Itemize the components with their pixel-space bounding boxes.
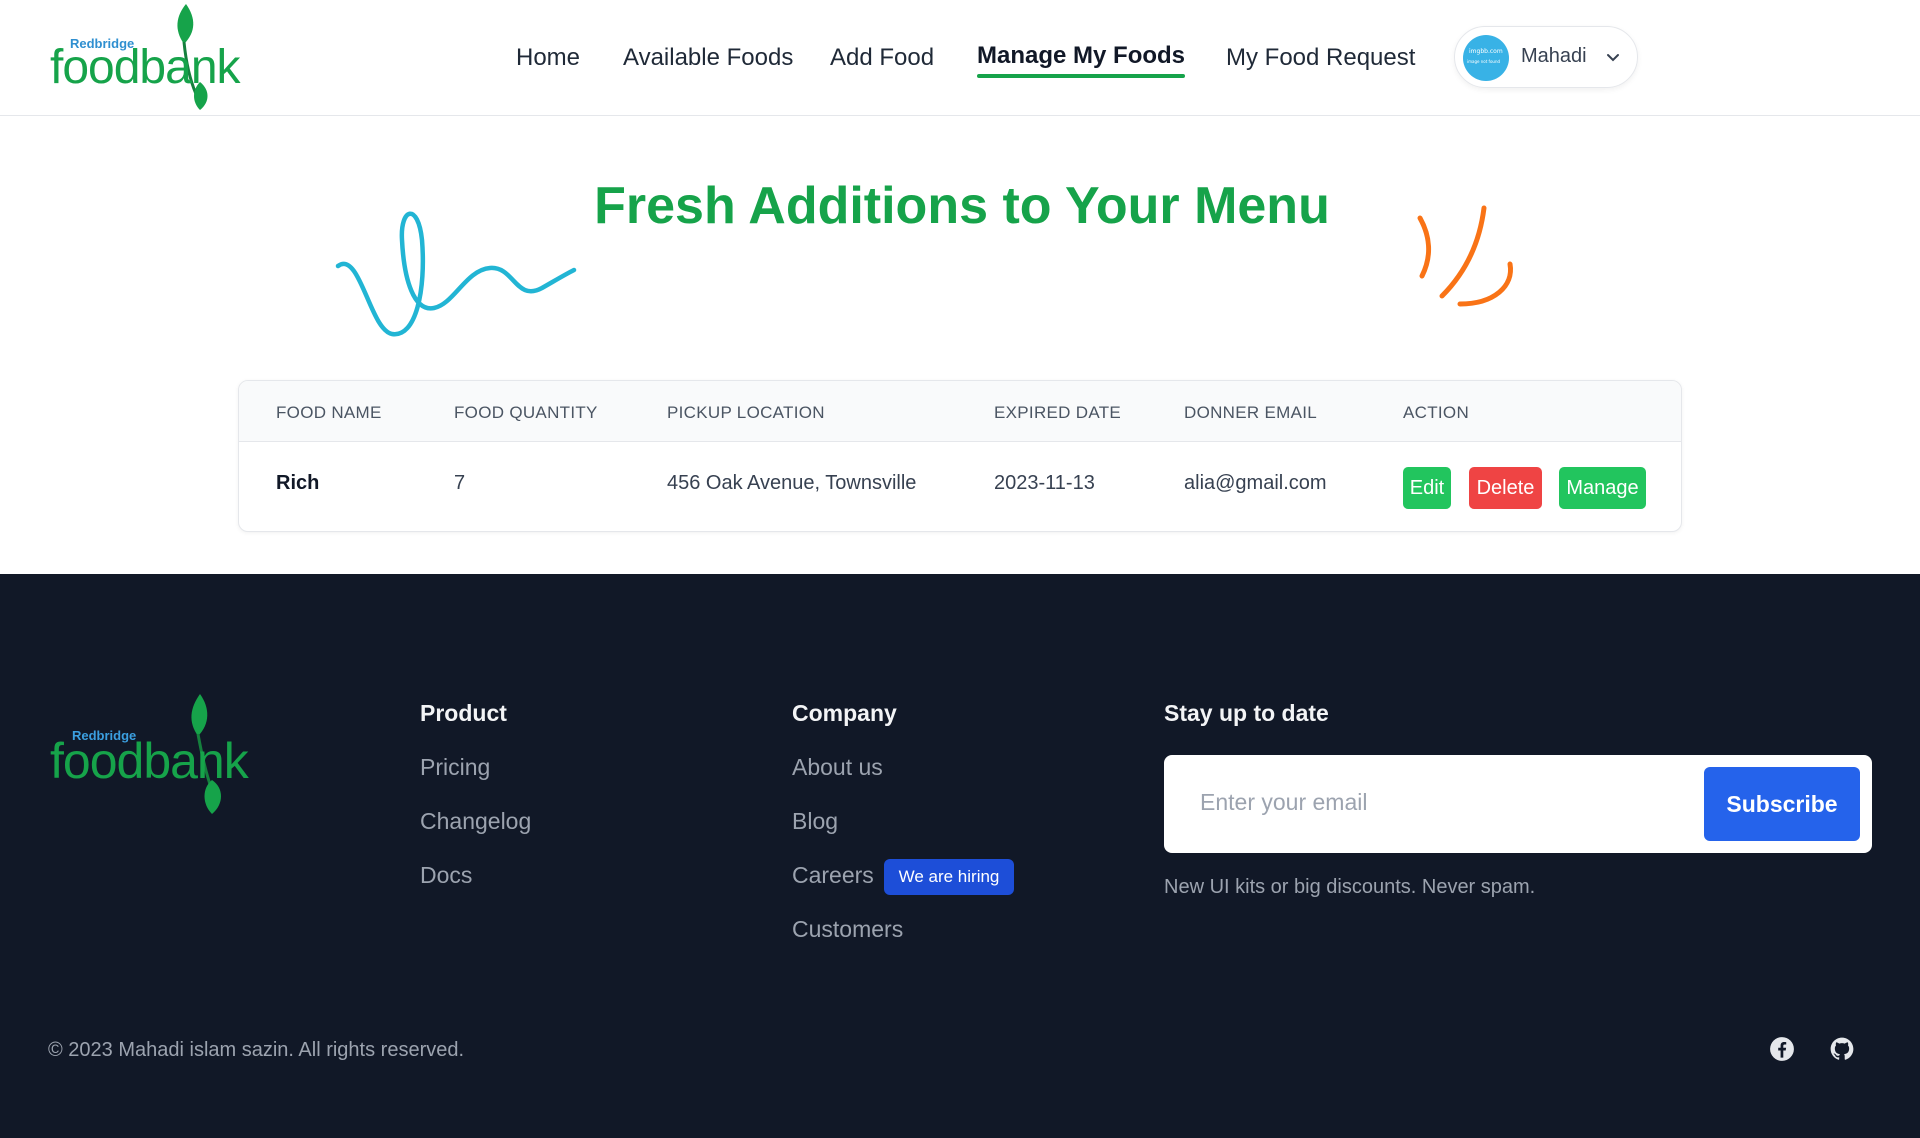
nav-available-foods[interactable]: Available Foods — [623, 44, 793, 72]
cell-location: 456 Oak Avenue, Townsville — [667, 472, 917, 494]
subscribe-button[interactable]: Subscribe — [1704, 767, 1860, 841]
user-name: Mahadi — [1521, 45, 1587, 67]
avatar: imgbb.com image not found — [1463, 35, 1509, 81]
footer-product-heading: Product — [420, 700, 507, 726]
cell-email: alia@gmail.com — [1184, 472, 1327, 494]
footer-link-careers[interactable]: Careers — [792, 862, 874, 889]
footer-link-blog[interactable]: Blog — [792, 808, 838, 835]
nav-manage-my-foods[interactable]: Manage My Foods — [977, 42, 1186, 78]
table-row: Rich 7 456 Oak Avenue, Townsville 2023-1… — [239, 442, 1681, 531]
email-field[interactable] — [1174, 765, 1724, 839]
page-title: Fresh Additions to Your Menu — [594, 177, 1330, 235]
cell-food-name: Rich — [276, 472, 320, 494]
copyright-text: © 2023 Mahadi islam sazin. All rights re… — [48, 1039, 465, 1061]
logo-wordmark: foodbank — [50, 733, 249, 789]
newsletter-heading: Stay up to date — [1164, 700, 1329, 726]
facebook-icon[interactable] — [1769, 1036, 1795, 1062]
nav-home[interactable]: Home — [516, 44, 580, 72]
footer-link-changelog[interactable]: Changelog — [420, 808, 531, 835]
footer-link-customers[interactable]: Customers — [792, 916, 903, 943]
footer-link-pricing[interactable]: Pricing — [420, 754, 490, 781]
footer: Redbridge foodbank Product Pricing Chang… — [0, 574, 1920, 1138]
footer-link-docs[interactable]: Docs — [420, 862, 472, 889]
col-action: ACTION — [1403, 403, 1470, 422]
cell-expired-date: 2023-11-13 — [994, 472, 1095, 494]
delete-button[interactable]: Delete — [1469, 467, 1542, 509]
col-expired-date: EXPIRED DATE — [994, 403, 1122, 422]
cell-quantity: 7 — [454, 472, 466, 494]
chevron-down-icon — [1607, 54, 1619, 62]
blue-squiggle-decoration — [335, 211, 577, 337]
hiring-badge[interactable]: We are hiring — [884, 859, 1014, 895]
foods-table: FOOD NAME FOOD QUANTITY PICKUP LOCATION … — [238, 380, 1682, 532]
footer-link-about-us[interactable]: About us — [792, 754, 883, 781]
col-food-name: FOOD NAME — [276, 403, 382, 422]
newsletter-note: New UI kits or big discounts. Never spam… — [1164, 876, 1536, 898]
col-donner-email: DONNER EMAIL — [1184, 403, 1318, 422]
footer-logo[interactable]: Redbridge foodbank — [50, 694, 270, 824]
footer-company-heading: Company — [792, 700, 897, 726]
table-header: FOOD NAME FOOD QUANTITY PICKUP LOCATION … — [239, 381, 1681, 442]
navbar: Redbridge foodbank Home Available Foods … — [0, 0, 1920, 116]
github-icon[interactable] — [1829, 1036, 1855, 1062]
nav-add-food[interactable]: Add Food — [830, 44, 934, 72]
col-pickup-location: PICKUP LOCATION — [667, 403, 825, 422]
edit-button[interactable]: Edit — [1403, 467, 1451, 509]
manage-button[interactable]: Manage — [1559, 467, 1646, 509]
nav-my-food-request[interactable]: My Food Request — [1226, 44, 1415, 72]
col-food-quantity: FOOD QUANTITY — [454, 403, 598, 422]
newsletter-form: Subscribe — [1164, 755, 1872, 853]
orange-sparkle-decoration — [1417, 205, 1513, 307]
user-menu-button[interactable]: imgbb.com image not found Mahadi — [1454, 26, 1638, 88]
